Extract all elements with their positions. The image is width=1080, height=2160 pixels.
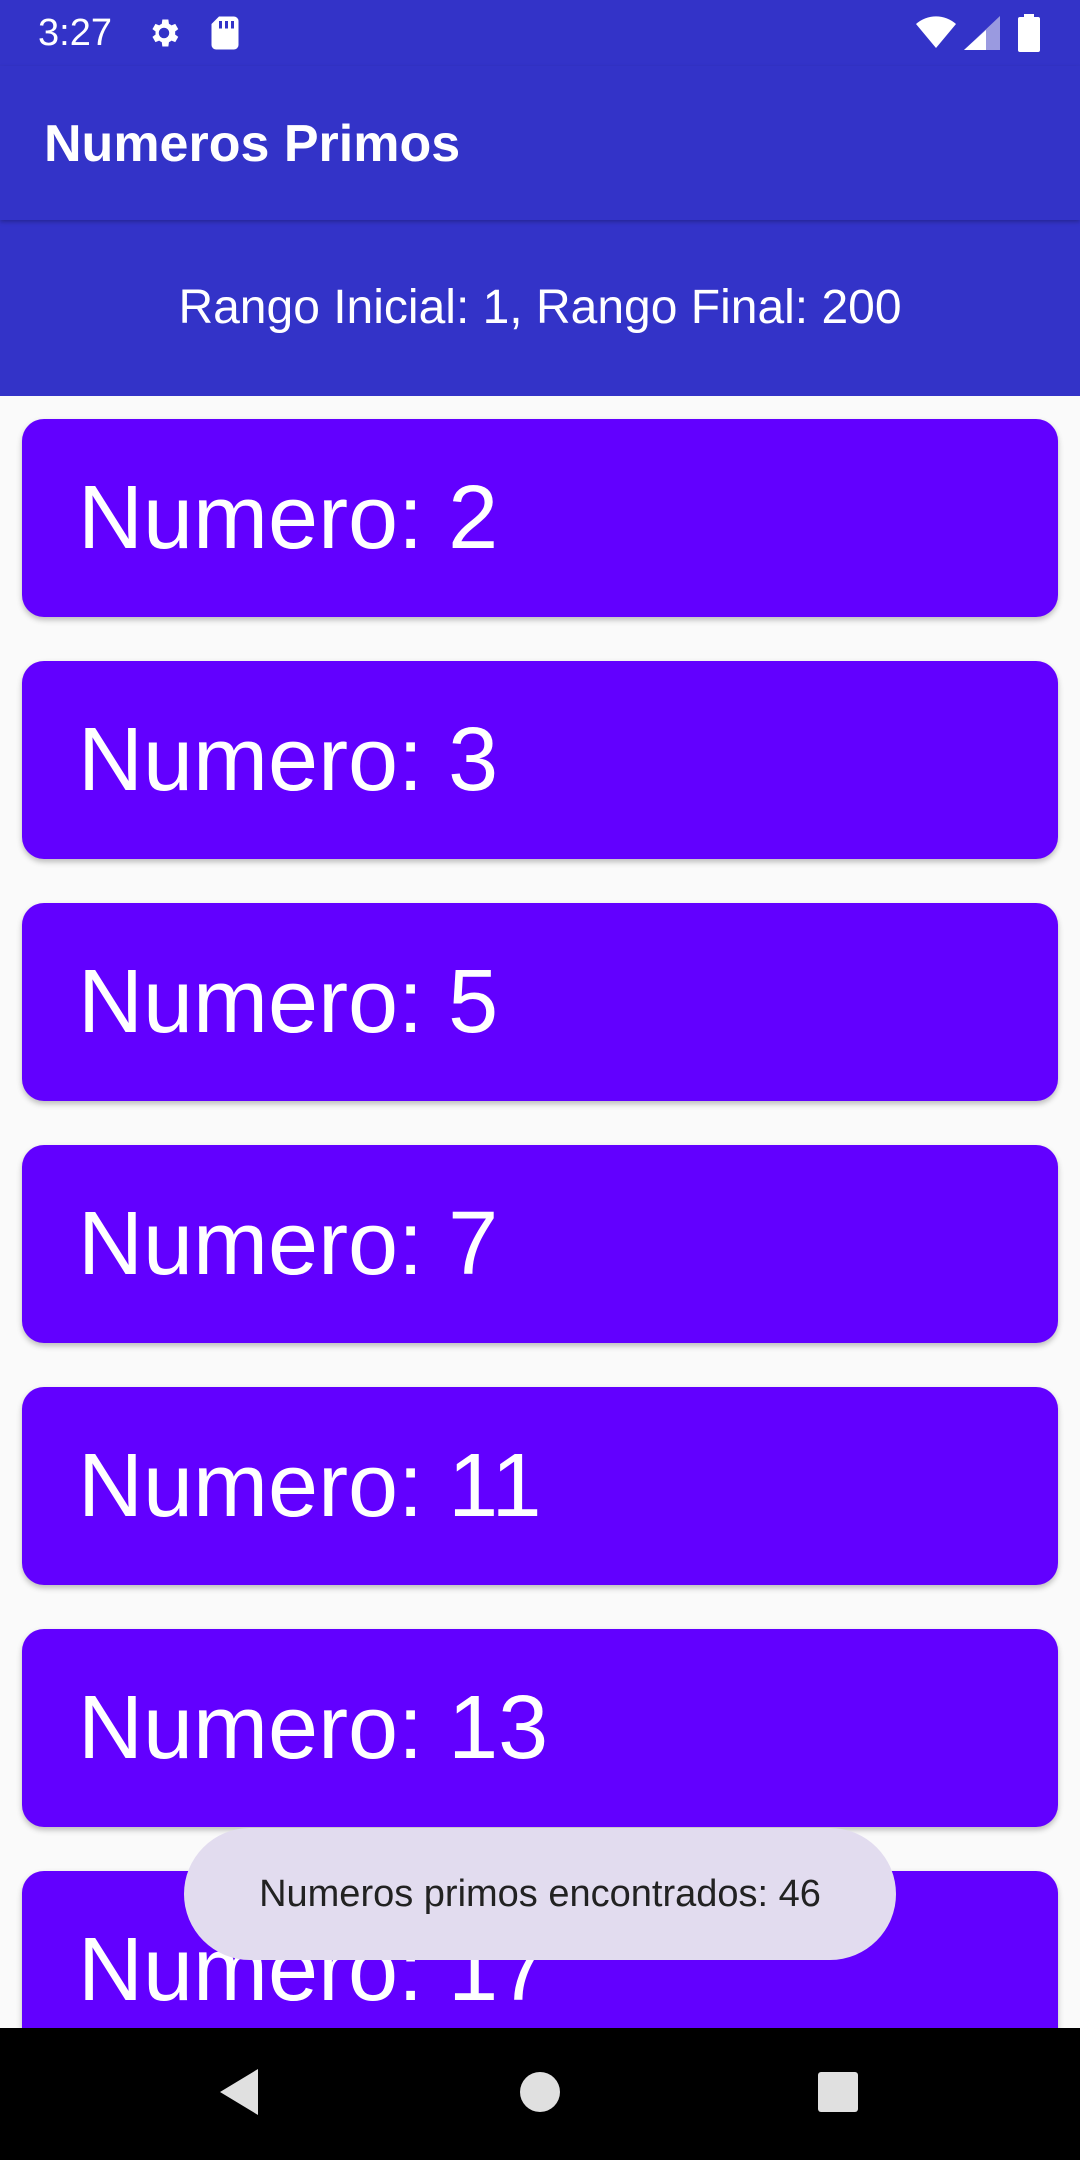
signal-icon (964, 16, 1000, 55)
list-item[interactable]: Numero: 13 (22, 1629, 1058, 1827)
list-item-label: Numero: 5 (78, 952, 499, 1052)
recents-icon (817, 2071, 859, 2118)
list-item-label: Numero: 11 (78, 1436, 542, 1536)
list-item-label: Numero: 7 (78, 1194, 499, 1294)
app-title: Numeros Primos (44, 115, 461, 173)
list-item[interactable]: Numero: 7 (22, 1145, 1058, 1343)
toast: Numeros primos encontrados: 46 (184, 1828, 896, 1960)
battery-icon (1018, 14, 1040, 57)
status-time: 3:27 (38, 12, 112, 54)
recents-button[interactable] (796, 2052, 880, 2136)
app-bar: Numeros Primos (0, 66, 1080, 220)
toast-text: Numeros primos encontrados: 46 (259, 1872, 821, 1915)
prime-list[interactable]: Numero: 2 Numero: 3 Numero: 5 Numero: 7 … (0, 396, 1080, 2028)
range-header: Rango Inicial: 1, Rango Final: 200 (0, 220, 1080, 396)
wifi-icon (916, 16, 956, 55)
status-bar: 3:27 (0, 0, 1080, 66)
back-icon (216, 2067, 264, 2122)
home-button[interactable] (498, 2052, 582, 2136)
sd-card-icon (210, 15, 240, 56)
list-item-label: Numero: 2 (78, 468, 499, 568)
list-item-label: Numero: 3 (78, 710, 499, 810)
list-item[interactable]: Numero: 3 (22, 661, 1058, 859)
back-button[interactable] (198, 2052, 282, 2136)
list-item[interactable]: Numero: 5 (22, 903, 1058, 1101)
range-text: Rango Inicial: 1, Rango Final: 200 (178, 281, 902, 334)
list-item[interactable]: Numero: 2 (22, 419, 1058, 617)
list-item[interactable]: Numero: 11 (22, 1387, 1058, 1585)
gear-icon (146, 15, 182, 56)
list-item-label: Numero: 13 (78, 1678, 549, 1778)
home-icon (519, 2071, 561, 2118)
navigation-bar (0, 2028, 1080, 2160)
